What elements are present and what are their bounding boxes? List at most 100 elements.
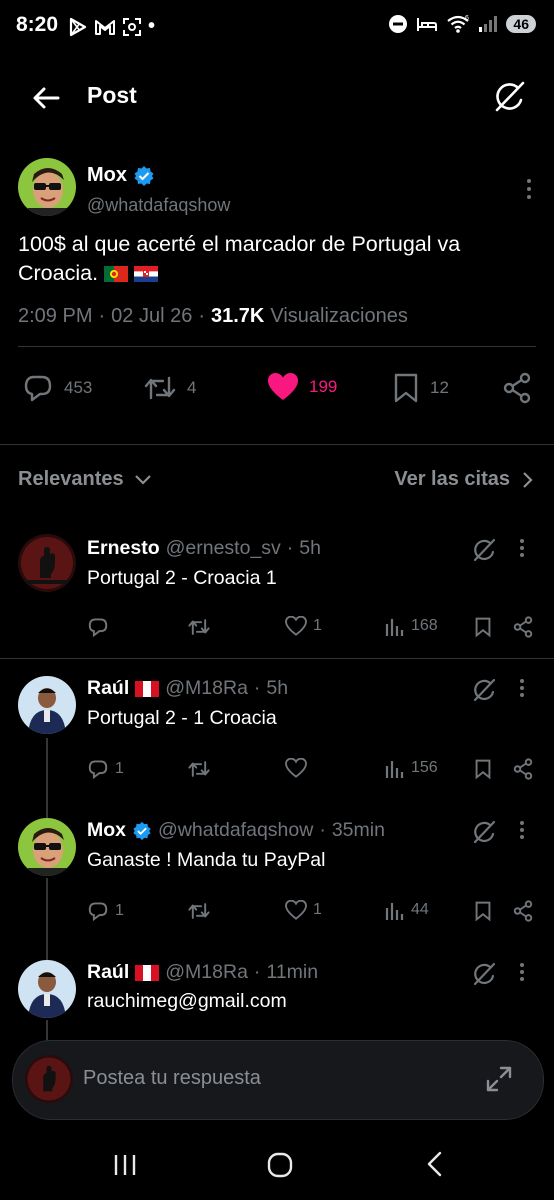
post-more-button[interactable] <box>524 178 534 200</box>
sort-dropdown[interactable]: Relevantes <box>18 468 152 491</box>
reply-icon <box>88 760 108 780</box>
grok-button[interactable] <box>470 818 498 846</box>
views-button[interactable]: 168 <box>385 616 438 636</box>
reply-icon <box>88 902 108 922</box>
recents-icon <box>114 1155 136 1175</box>
reply-text: Portugal 2 - 1 Croacia <box>87 707 277 729</box>
reply-button[interactable]: 1 <box>87 758 124 780</box>
meta-separator: · <box>286 537 294 559</box>
repost-button[interactable] <box>187 900 211 922</box>
reply-item[interactable]: Mox @whatdafaqshow · 35min Ganaste ! Man… <box>0 804 554 944</box>
share-button[interactable] <box>512 900 534 922</box>
grok-button[interactable] <box>470 960 498 988</box>
reply-author-name[interactable]: Mox <box>87 819 126 842</box>
portugal-flag <box>104 266 129 283</box>
reply-composer[interactable]: Postea tu respuesta <box>12 1040 544 1120</box>
reply-avatar[interactable] <box>18 534 76 592</box>
like-button[interactable] <box>285 758 313 778</box>
reply-author-name[interactable]: Raúl <box>87 677 129 700</box>
like-count: 199 <box>309 377 338 396</box>
grok-button[interactable] <box>490 78 528 116</box>
views-label[interactable]: Visualizaciones <box>270 305 408 328</box>
system-back-button[interactable] <box>424 1150 446 1178</box>
reply-item[interactable]: Ernesto @ernesto_sv · 5h Portugal 2 - Cr… <box>0 520 554 658</box>
reply-avatar[interactable] <box>18 818 76 876</box>
more-vertical-icon <box>520 963 524 981</box>
page-title: Post <box>87 82 137 108</box>
reply-input[interactable]: Postea tu respuesta <box>83 1067 261 1090</box>
views-button[interactable]: 44 <box>385 900 429 920</box>
reply-time: 35min <box>331 819 385 841</box>
reply-actions: 1 168 <box>0 616 554 646</box>
home-button[interactable] <box>266 1151 294 1179</box>
repost-button[interactable] <box>187 616 211 638</box>
reply-author-handle[interactable]: @M18Ra <box>165 961 248 984</box>
sort-label: Relevantes <box>18 468 124 490</box>
bookmark-button[interactable] <box>474 900 492 922</box>
status-bar: 8:20 • 6 46 <box>0 0 554 56</box>
share-button[interactable] <box>512 616 534 638</box>
repost-icon <box>188 619 210 635</box>
reply-author-handle[interactable]: @M18Ra <box>165 677 248 700</box>
reply-author-name[interactable]: Raúl <box>87 961 129 984</box>
reply-author-handle[interactable]: @whatdafaqshow <box>158 819 313 842</box>
author-avatar[interactable] <box>18 158 76 216</box>
grok-button[interactable] <box>470 676 498 704</box>
share-icon <box>513 900 533 922</box>
heart-icon <box>285 758 307 778</box>
expand-icon <box>486 1066 512 1092</box>
reply-icon <box>88 618 108 638</box>
reply-author-name[interactable]: Ernesto <box>87 537 160 560</box>
more-vertical-icon <box>527 179 531 199</box>
view-quotes-link[interactable]: Ver las citas <box>394 468 534 491</box>
reply-text: Portugal 2 - Croacia 1 <box>87 567 277 589</box>
reply-more-button[interactable] <box>518 678 526 698</box>
reply-more-button[interactable] <box>518 820 526 840</box>
views-count[interactable]: 31.7K <box>211 305 264 328</box>
repost-button[interactable] <box>187 758 211 780</box>
peru-flag <box>135 680 160 697</box>
peru-flag <box>135 964 160 981</box>
reply-avatar[interactable] <box>18 960 76 1018</box>
like-button[interactable]: 199 <box>267 372 337 402</box>
croatia-flag <box>134 266 159 283</box>
expand-composer-button[interactable] <box>485 1065 513 1093</box>
composer-avatar <box>25 1055 73 1103</box>
like-count: 1 <box>313 617 322 634</box>
share-button[interactable] <box>512 758 534 780</box>
status-time: 8:20 <box>16 13 59 36</box>
reply-count: 1 <box>115 902 124 919</box>
repost-button[interactable]: 4 <box>143 372 196 404</box>
reply-button[interactable]: 453 <box>22 372 92 404</box>
like-button[interactable]: 1 <box>285 616 322 636</box>
post-meta: 2:09 PM · 02 Jul 26 · 31.7K Visualizacio… <box>18 305 408 328</box>
meta-separator: · <box>198 305 205 327</box>
bookmark-button[interactable] <box>474 616 492 638</box>
home-icon <box>267 1152 293 1178</box>
reply-button[interactable]: 1 <box>87 900 124 922</box>
divider <box>0 444 554 445</box>
battery-level: 46 <box>506 15 536 33</box>
reply-author-handle[interactable]: @ernesto_sv <box>166 537 281 560</box>
reply-avatar[interactable] <box>18 676 76 734</box>
views-button[interactable]: 156 <box>385 758 438 778</box>
back-button[interactable] <box>28 80 64 116</box>
reply-item[interactable]: Raúl @M18Ra · 5h Portugal 2 - 1 Croacia … <box>0 662 554 802</box>
bookmark-button[interactable]: 12 <box>392 372 449 404</box>
bookmark-icon <box>475 617 491 638</box>
recents-button[interactable] <box>112 1152 138 1178</box>
reply-button[interactable] <box>87 616 115 638</box>
reply-more-button[interactable] <box>518 962 526 982</box>
meta-separator: · <box>253 677 261 699</box>
like-button[interactable]: 1 <box>285 900 322 920</box>
grok-button[interactable] <box>470 536 498 564</box>
views-count: 156 <box>411 759 438 776</box>
reply-item[interactable]: Raúl @M18Ra · 11min rauchimeg@gmail.com <box>0 946 554 1040</box>
top-app-bar: Post <box>0 60 554 132</box>
bookmark-button[interactable] <box>474 758 492 780</box>
share-button[interactable] <box>502 372 532 404</box>
author-handle[interactable]: @whatdafaqshow <box>87 195 230 216</box>
reply-more-button[interactable] <box>518 538 526 558</box>
wifi-icon: 6 <box>446 14 470 34</box>
author-name[interactable]: Mox <box>87 164 127 187</box>
